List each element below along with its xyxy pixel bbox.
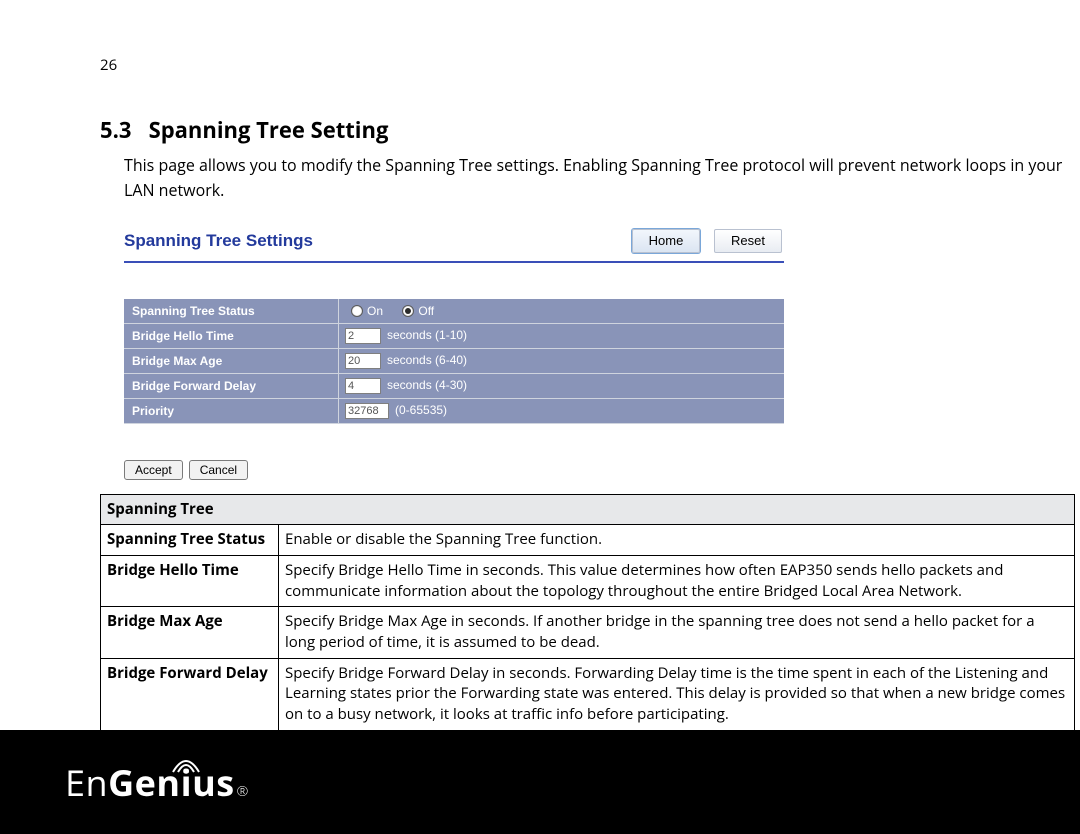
desc-key: Spanning Tree Status [101, 525, 279, 556]
settings-title: Spanning Tree Settings [124, 231, 313, 251]
row-priority: Priority 32768 (0-65535) [124, 398, 784, 423]
radio-off-label: Off [418, 304, 434, 318]
radio-on-label: On [367, 304, 383, 318]
unit-priority: (0-65535) [395, 403, 447, 417]
row-status: Spanning Tree Status On Off [124, 299, 784, 324]
settings-screenshot: Spanning Tree Settings Home Reset Spanni… [124, 225, 784, 480]
description-table: Spanning Tree Spanning Tree Status Enabl… [100, 494, 1075, 731]
input-priority[interactable]: 32768 [345, 403, 389, 419]
row-hello: Bridge Hello Time 2 seconds (1-10) [124, 323, 784, 348]
section-heading: 5.3 Spanning Tree Setting [100, 115, 1070, 145]
radio-off[interactable] [402, 305, 414, 317]
desc-key: Bridge Max Age [101, 607, 279, 658]
table-row: Bridge Hello Time Specify Bridge Hello T… [101, 555, 1075, 606]
section-intro: This page allows you to modify the Spann… [124, 153, 1080, 203]
unit-maxage: seconds (6-40) [387, 353, 467, 367]
label-hello: Bridge Hello Time [124, 323, 339, 348]
home-button[interactable]: Home [632, 229, 700, 253]
page-number: 26 [100, 55, 1070, 75]
settings-table: Spanning Tree Status On Off Bridge Hello… [124, 299, 784, 424]
desc-header: Spanning Tree [101, 494, 1075, 525]
section-title: Spanning Tree Setting [149, 115, 389, 145]
label-status: Spanning Tree Status [124, 299, 339, 324]
brand-logo: EnGenius® [65, 758, 249, 807]
label-maxage: Bridge Max Age [124, 348, 339, 373]
table-row: Spanning Tree Status Enable or disable t… [101, 525, 1075, 556]
desc-key: Bridge Hello Time [101, 555, 279, 606]
table-row: Bridge Max Age Specify Bridge Max Age in… [101, 607, 1075, 658]
section-number: 5.3 [100, 115, 131, 145]
accept-button[interactable]: Accept [124, 460, 183, 480]
input-hello[interactable]: 2 [345, 328, 381, 344]
reset-button[interactable]: Reset [714, 229, 782, 253]
row-maxage: Bridge Max Age 20 seconds (6-40) [124, 348, 784, 373]
brand-part1: En [65, 758, 108, 807]
input-fwd[interactable]: 4 [345, 378, 381, 394]
footer: EnGenius® [0, 730, 1080, 834]
radio-on[interactable] [351, 305, 363, 317]
cancel-button[interactable]: Cancel [189, 460, 248, 480]
table-row: Bridge Forward Delay Specify Bridge Forw… [101, 658, 1075, 730]
desc-val: Specify Bridge Forward Delay in seconds.… [279, 658, 1075, 730]
desc-key: Bridge Forward Delay [101, 658, 279, 730]
desc-val: Enable or disable the Spanning Tree func… [279, 525, 1075, 556]
settings-header: Spanning Tree Settings Home Reset [124, 225, 784, 263]
brand-registered: ® [237, 782, 249, 801]
unit-fwd: seconds (4-30) [387, 378, 467, 392]
input-maxage[interactable]: 20 [345, 353, 381, 369]
unit-hello: seconds (1-10) [387, 328, 467, 342]
desc-val: Specify Bridge Max Age in seconds. If an… [279, 607, 1075, 658]
label-priority: Priority [124, 398, 339, 423]
desc-val: Specify Bridge Hello Time in seconds. Th… [279, 555, 1075, 606]
row-fwd: Bridge Forward Delay 4 seconds (4-30) [124, 373, 784, 398]
label-fwd: Bridge Forward Delay [124, 373, 339, 398]
